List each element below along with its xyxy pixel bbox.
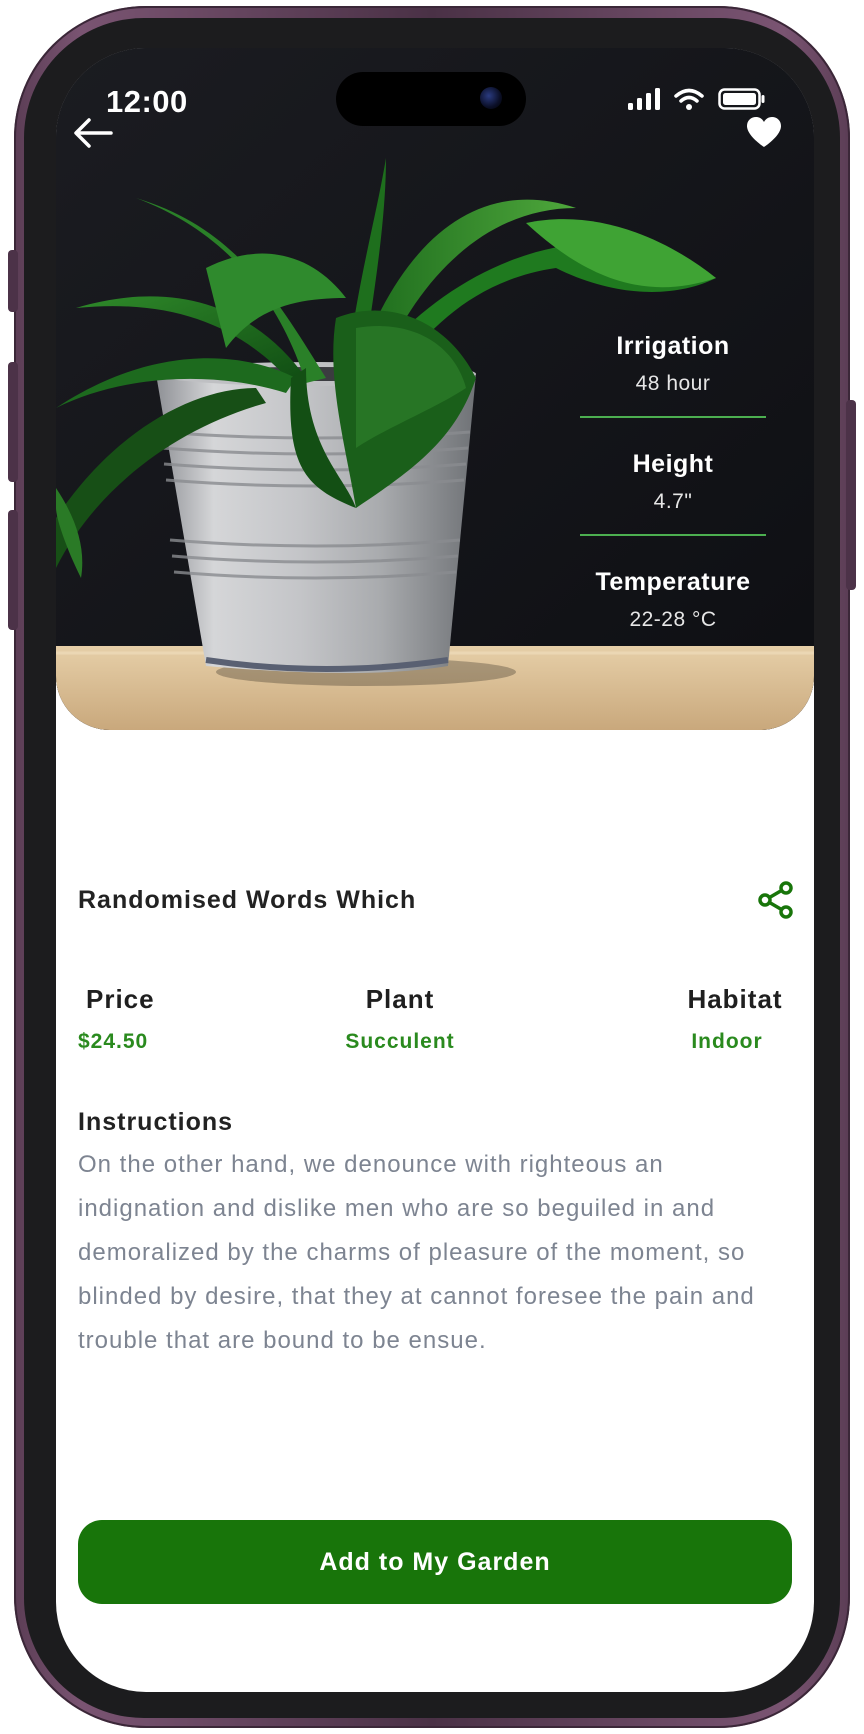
plant-hero-image: 12:00 Irrigation 48 hour Height 4.7" Tem… xyxy=(56,48,814,730)
attribute-value: Succulent xyxy=(345,1030,455,1053)
attribute-label: Price xyxy=(86,984,155,1014)
stat-label: Height xyxy=(632,450,714,478)
signal-icon xyxy=(628,88,660,110)
battery-icon xyxy=(718,88,765,110)
share-button[interactable] xyxy=(756,880,796,920)
volume-up-button xyxy=(8,362,18,482)
add-to-garden-button[interactable]: Add to My Garden xyxy=(78,1520,792,1604)
stat-value: 22-28 °C xyxy=(629,608,717,631)
volume-down-button xyxy=(8,510,18,630)
wifi-icon xyxy=(674,88,704,110)
arrow-left-icon xyxy=(74,118,113,148)
status-icons xyxy=(628,88,766,110)
favorite-button[interactable] xyxy=(742,110,786,154)
stat-divider xyxy=(580,534,766,536)
stat-value: 4.7" xyxy=(653,490,693,513)
stat-temperature: Temperature 22-28 °C xyxy=(580,564,766,652)
instructions-text: On the other hand, we denounce with righ… xyxy=(78,1151,755,1354)
app-screen: 12:00 Irrigation 48 hour Height 4.7" Tem… xyxy=(56,48,814,1692)
stat-height: Height 4.7" xyxy=(580,446,766,536)
status-time: 12:00 xyxy=(106,84,188,119)
heart-icon xyxy=(747,117,781,147)
stat-label: Temperature xyxy=(595,568,751,596)
stat-irrigation: Irrigation 48 hour xyxy=(580,328,766,418)
dynamic-island xyxy=(336,72,526,126)
product-title: Randomised Words Which xyxy=(78,886,417,914)
stat-value: 48 hour xyxy=(635,372,711,395)
share-icon xyxy=(758,881,793,919)
stat-label: Irrigation xyxy=(616,332,730,360)
attribute-price: Price $24.50 xyxy=(78,980,198,1054)
action-button xyxy=(8,250,18,312)
attribute-plant: Plant Succulent xyxy=(320,980,480,1054)
power-button xyxy=(846,400,856,590)
camera-icon xyxy=(480,87,502,109)
stat-divider xyxy=(580,416,766,418)
plant-stats: Irrigation 48 hour Height 4.7" Temperatu… xyxy=(580,328,766,652)
attribute-value: $24.50 xyxy=(78,1030,149,1053)
attribute-value: Indoor xyxy=(691,1030,763,1053)
attribute-habitat: Habitat Indoor xyxy=(660,980,810,1054)
attribute-label: Habitat xyxy=(687,984,783,1014)
instructions-title: Instructions xyxy=(78,1108,234,1136)
back-button[interactable] xyxy=(70,110,116,156)
attribute-label: Plant xyxy=(365,984,435,1014)
